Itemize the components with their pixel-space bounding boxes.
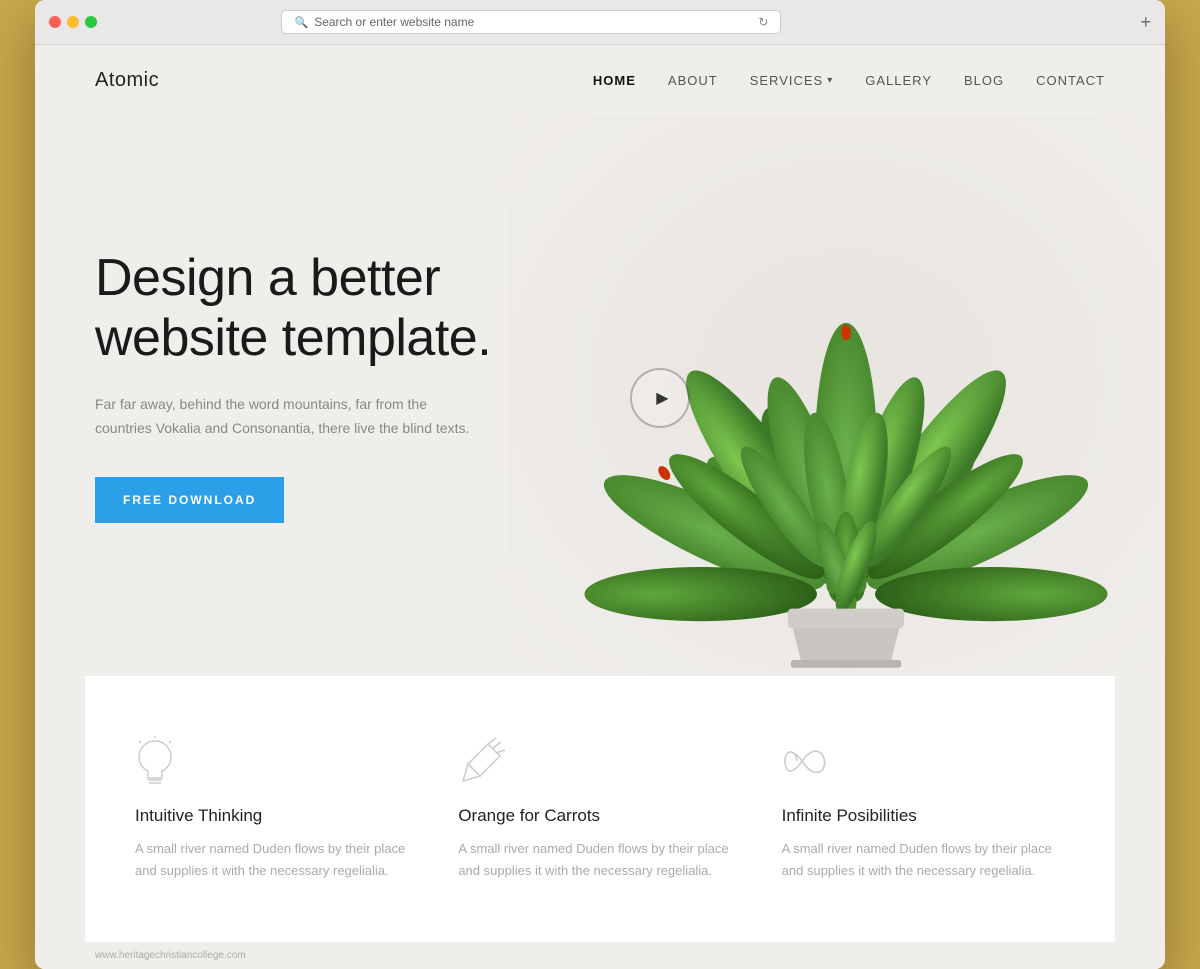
maximize-button[interactable]	[85, 16, 97, 28]
features-section: Intuitive Thinking A small river named D…	[85, 676, 1115, 942]
play-icon: ▶	[656, 388, 668, 408]
nav-gallery[interactable]: GALLERY	[865, 73, 932, 88]
window-controls	[49, 16, 97, 28]
carrot-icon	[458, 736, 741, 786]
feature-title-3: Infinite Posibilities	[782, 806, 1065, 826]
hero-section: Design a better website template. Far fa…	[35, 116, 1165, 676]
watermark-text: www.heritagechristiancollege.com	[95, 950, 246, 961]
address-bar[interactable]: 🔍 Search or enter website name ↻	[281, 10, 781, 34]
nav-home[interactable]: HOME	[593, 73, 636, 88]
infinity-icon	[782, 736, 1065, 786]
site-logo[interactable]: Atomic	[95, 69, 159, 92]
feature-item-2: Orange for Carrots A small river named D…	[458, 726, 741, 892]
address-text: Search or enter website name	[314, 15, 752, 29]
hero-description: Far far away, behind the word mountains,…	[95, 393, 475, 441]
refresh-button[interactable]: ↻	[758, 15, 768, 29]
feature-description-2: A small river named Duden flows by their…	[458, 838, 741, 882]
new-tab-button[interactable]: +	[1140, 13, 1151, 31]
website-content: Atomic HOME ABOUT SERVICES ▾ GALLERY BLO…	[35, 45, 1165, 969]
nav-about[interactable]: ABOUT	[668, 73, 718, 88]
close-button[interactable]	[49, 16, 61, 28]
feature-item-3: Infinite Posibilities A small river name…	[782, 726, 1065, 892]
search-icon: 🔍	[294, 16, 308, 29]
feature-title-1: Intuitive Thinking	[135, 806, 418, 826]
feature-item-1: Intuitive Thinking A small river named D…	[135, 726, 418, 892]
browser-toolbar: 🔍 Search or enter website name ↻ +	[35, 0, 1165, 45]
feature-description-1: A small river named Duden flows by their…	[135, 838, 418, 882]
nav-services[interactable]: SERVICES ▾	[750, 73, 834, 88]
feature-title-2: Orange for Carrots	[458, 806, 741, 826]
site-header: Atomic HOME ABOUT SERVICES ▾ GALLERY BLO…	[35, 45, 1165, 116]
chevron-down-icon: ▾	[827, 75, 833, 86]
minimize-button[interactable]	[67, 16, 79, 28]
feature-description-3: A small river named Duden flows by their…	[782, 838, 1065, 882]
browser-window: 🔍 Search or enter website name ↻ + Atomi…	[35, 0, 1165, 969]
lightbulb-icon	[135, 736, 418, 786]
play-button-wrapper: ▶	[630, 368, 690, 428]
hero-title: Design a better website template.	[95, 249, 615, 369]
play-button[interactable]: ▶	[630, 368, 690, 428]
nav-contact[interactable]: CONTACT	[1036, 73, 1105, 88]
hero-content: Design a better website template. Far fa…	[95, 249, 615, 522]
nav-blog[interactable]: BLOG	[964, 73, 1004, 88]
free-download-button[interactable]: FREE DOWNLOAD	[95, 477, 284, 523]
site-nav: HOME ABOUT SERVICES ▾ GALLERY BLOG CONTA…	[593, 73, 1105, 88]
watermark: www.heritagechristiancollege.com	[35, 942, 1165, 969]
